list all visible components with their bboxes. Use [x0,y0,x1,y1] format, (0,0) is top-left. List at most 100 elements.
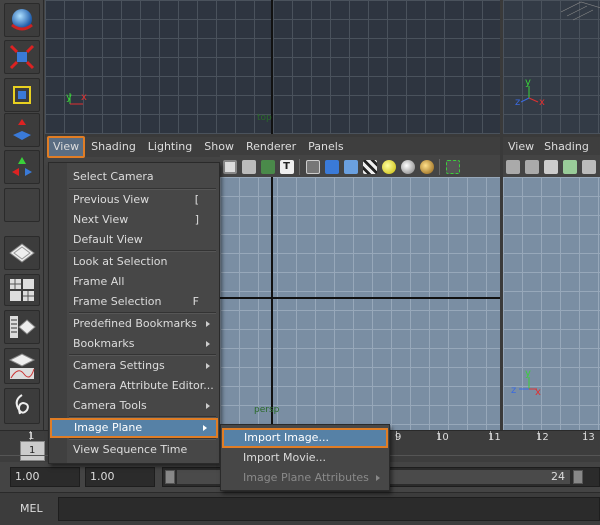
playback-start-field[interactable]: 1.00 [85,467,155,487]
menu-item-previous-view[interactable]: Previous View [ [49,190,219,210]
time-slider-label: 11 [488,432,501,443]
move-tool-button[interactable] [4,113,40,147]
resolution-gate-icon[interactable] [445,160,460,174]
menu-item-default-view[interactable]: Default View [49,230,219,250]
viewport-main[interactable]: persp [220,177,500,430]
menu-item-select-camera[interactable]: Select Camera [49,167,219,187]
svg-text:y: y [525,368,531,379]
wire-on-shaded-icon[interactable] [343,160,358,174]
submenu-arrow-icon [203,425,207,431]
panel-toolbar-right [503,155,600,179]
paint-select-tool-button[interactable] [4,78,40,112]
range-slider-left-handle[interactable] [165,470,175,484]
high-quality-icon[interactable] [419,160,434,174]
menu-item-label: Import Image... [244,431,329,444]
menu-item-predefined-bookmarks[interactable]: Predefined Bookmarks [49,314,219,334]
four-view-layout-button[interactable] [4,274,40,306]
viewport-persp-right-top[interactable]: y x z [503,0,600,134]
time-slider-label: 12 [536,432,549,443]
menu-item-label: Image Plane Attributes [243,471,369,484]
menu-item-camera-attribute-editor[interactable]: Camera Attribute Editor... [49,376,219,396]
single-pane-icon [9,243,35,263]
menu-item-import-image[interactable]: Import Image... [222,428,388,448]
svg-text:y: y [66,92,72,103]
text-icon[interactable]: T [279,160,294,174]
shadows-icon[interactable] [400,160,415,174]
four-pane-icon [10,279,34,301]
grid-perspective-hint [561,1,600,21]
grid-icon[interactable] [581,160,596,174]
menu-show[interactable]: Show [198,138,240,156]
menu-item-image-plane-attributes[interactable]: Image Plane Attributes [221,468,389,488]
svg-text:x: x [539,97,545,108]
current-time-marker[interactable]: 1 [20,441,45,461]
select-tool-button[interactable] [4,3,40,37]
menu-item-label: Camera Attribute Editor... [73,379,214,392]
menu-item-view-sequence-time[interactable]: View Sequence Time [49,440,219,460]
menu-item-label: Next View [73,213,129,226]
textured-icon[interactable] [362,160,377,174]
viewport-top[interactable]: y x top [45,0,500,134]
lasso-icon [9,44,35,70]
image-plane-icon[interactable] [562,160,577,174]
command-input[interactable] [58,497,600,521]
outliner-layout-button[interactable] [4,310,40,344]
menu-item-frame-selection[interactable]: Frame Selection F [49,292,219,312]
range-slider-right-handle[interactable] [573,470,583,484]
viewport-right[interactable]: y x z [503,177,600,430]
toolbox [0,0,44,430]
image-plane-submenu: Import Image... Import Movie... Image Pl… [220,424,390,491]
start-time-field[interactable]: 1.00 [10,467,80,487]
menu-renderer[interactable]: Renderer [240,138,302,156]
menu-item-camera-tools[interactable]: Camera Tools [49,396,219,416]
menu-view-right[interactable]: View [503,138,539,156]
menu-item-frame-all[interactable]: Frame All [49,272,219,292]
xray-icon[interactable] [241,160,256,174]
menu-lighting[interactable]: Lighting [142,138,198,156]
menu-item-label: Camera Tools [73,399,147,412]
smooth-shade-icon[interactable] [324,160,339,174]
lasso-tool-button[interactable] [4,40,40,74]
shortcut-label: ] [194,213,199,226]
range-end-label: 24 [551,470,565,483]
toolbox-extra-button[interactable] [4,388,40,424]
menu-shading[interactable]: Shading [85,138,142,156]
svg-text:y: y [525,77,531,88]
menu-shading-right[interactable]: Shading [539,138,594,156]
texture-icon[interactable] [260,160,275,174]
move-icon [13,119,31,140]
sphere-select-icon [11,9,33,31]
menu-item-image-plane[interactable]: Image Plane [50,418,218,438]
menu-item-camera-settings[interactable]: Camera Settings [49,356,219,376]
bookmark-icon[interactable] [543,160,558,174]
empty-tool-slot[interactable] [4,188,40,222]
menu-view[interactable]: View [47,136,86,158]
menu-item-next-view[interactable]: Next View] [49,210,219,230]
menu-item-bookmarks[interactable]: Bookmarks [49,334,219,354]
rotate-icon [12,157,32,176]
svg-text:x: x [81,92,87,103]
axis-gizmo-right: y x z [511,368,541,398]
menu-panels[interactable]: Panels [302,138,349,156]
command-language-label[interactable]: MEL [20,502,43,515]
panel-menubar-right: View Shading [503,137,600,157]
camera-attr-icon[interactable] [524,160,539,174]
submenu-arrow-icon [206,403,210,409]
menu-item-label: Select Camera [73,170,154,183]
panel-toolbar-main: T [220,155,500,179]
cube-select-icon [13,86,31,104]
isolate-icon[interactable] [222,160,237,174]
single-view-layout-button[interactable] [4,236,40,270]
view-menu-dropdown: Select Camera Previous View[ Next View] … [48,162,220,464]
lights-icon[interactable] [381,160,396,174]
time-slider-label: 13 [582,432,595,443]
menu-item-look-at-selection[interactable]: Look at Selection [49,252,219,272]
menu-item-import-movie[interactable]: Import Movie... [221,448,389,468]
axis-gizmo-top: y x [66,92,87,105]
wireframe-icon[interactable] [305,160,320,174]
camera-icon[interactable] [505,160,520,174]
graph-layout-button[interactable] [4,348,40,384]
shortcut-label: F [192,295,199,308]
rotate-tool-button[interactable] [4,150,40,184]
menu-item-label: Look at Selection [73,255,168,268]
